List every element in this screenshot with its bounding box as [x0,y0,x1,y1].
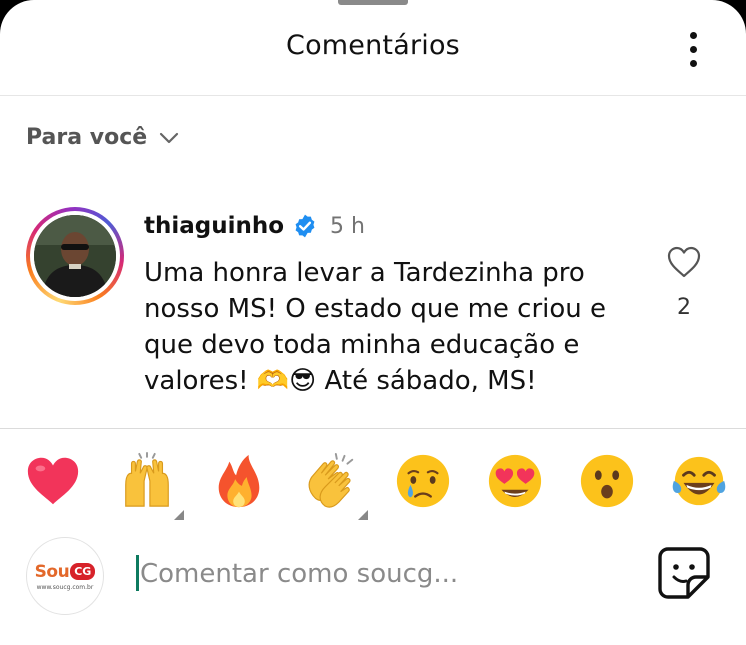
crying-face-icon [396,454,450,508]
tears-of-joy-icon [672,456,726,506]
like-count: 2 [677,295,691,320]
comment-meta: thiaguinho 5 h [144,207,634,245]
reaction-fire[interactable] [208,450,270,512]
heart-eyes-icon [488,454,542,508]
more-options-button[interactable] [676,24,710,74]
sort-filter-dropdown[interactable]: Para você [26,125,181,150]
surprised-face-icon [580,454,634,508]
reaction-clapping-hands[interactable] [300,450,368,520]
more-vertical-icon [689,31,697,39]
comment-timestamp: 5 h [330,213,365,239]
comment-composer: Sou CG www.soucg.com.br [26,537,726,617]
more-vertical-icon-dot [689,45,697,53]
skin-tone-indicator [358,510,368,520]
raising-hands-icon [125,452,169,507]
reaction-surprised-face[interactable] [576,450,638,512]
fire-icon [218,454,260,508]
skin-tone-indicator [174,510,184,520]
reaction-red-heart[interactable] [22,450,84,512]
person-silhouette-icon [34,215,116,297]
red-heart-icon [27,457,79,505]
comment-item: thiaguinho 5 h Uma honra levar a Tardezi… [26,207,726,427]
page-title: Comentários [286,30,460,61]
chevron-down-icon [160,132,179,143]
avatar[interactable] [26,207,124,305]
header-divider [0,95,746,96]
brand-logo: Sou CG [35,562,96,582]
avatar-border [30,211,120,301]
reaction-tears-of-joy[interactable] [668,450,730,512]
reaction-heart-eyes[interactable] [484,450,546,512]
comment-body: thiaguinho 5 h Uma honra levar a Tardezi… [144,207,634,399]
like-area: 2 [664,245,704,320]
drag-handle[interactable] [338,0,408,5]
current-user-avatar[interactable]: Sou CG www.soucg.com.br [26,537,104,615]
logo-url: www.soucg.com.br [36,583,94,591]
comment-text: Uma honra levar a Tardezinha pro nosso M… [144,258,607,396]
quick-reactions-bar [22,450,732,520]
avatar-photo [34,215,116,297]
comments-sheet: Comentários Para você thiaguinho 5 h Uma… [0,0,746,645]
sort-filter-label: Para você [26,125,148,150]
comment-username[interactable]: thiaguinho [144,213,284,239]
reaction-divider [0,428,746,429]
clapping-hands-icon [308,452,354,508]
reaction-crying-face[interactable] [392,450,454,512]
more-vertical-icon-dot [689,59,697,67]
logo-text: Sou [34,561,70,582]
verified-badge-icon [295,214,315,238]
logo-badge: CG [70,563,96,580]
sticker-icon[interactable] [656,545,712,601]
heart-outline-icon[interactable] [666,245,702,279]
reaction-raising-hands[interactable] [116,450,184,520]
comment-input[interactable] [136,551,616,597]
